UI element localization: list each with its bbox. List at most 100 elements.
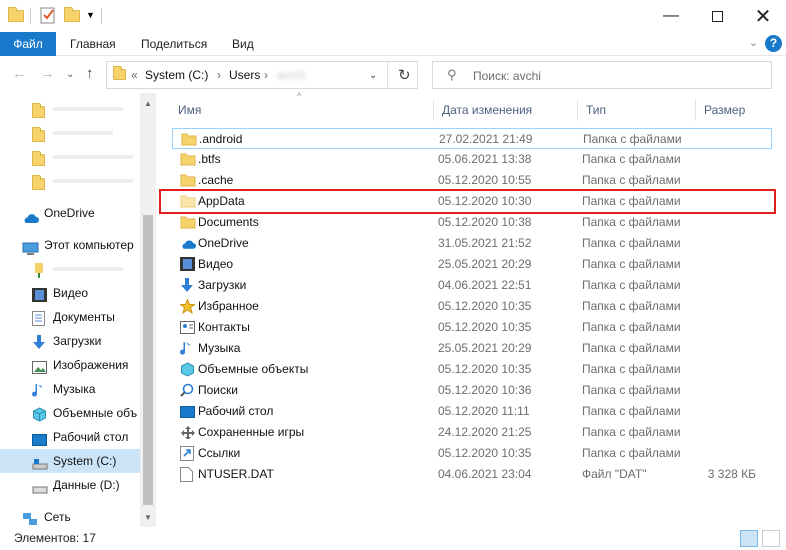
file-date: 05.12.2020 10:36	[438, 383, 532, 397]
file-row[interactable]: Музыка 25.05.2021 20:29 Папка с файлами	[172, 338, 772, 359]
scroll-up-icon[interactable]: ▲	[144, 99, 152, 108]
folder-icon	[32, 126, 47, 142]
address-bar[interactable]: « System (C:) › Users › avchi ⌄ ↻	[106, 61, 418, 89]
sidebar-item-music[interactable]: Музыка	[0, 377, 140, 401]
file-row[interactable]: Поиски 05.12.2020 10:36 Папка с файлами	[172, 380, 772, 401]
file-date: 05.12.2020 10:55	[438, 173, 532, 187]
sidebar-item-onedrive[interactable]: OneDrive	[0, 201, 140, 225]
chevron-down-icon[interactable]: ▼	[86, 10, 106, 30]
pinned-item[interactable]	[0, 169, 140, 193]
file-row[interactable]: .android 27.02.2021 21:49 Папка с файлами	[172, 128, 772, 149]
file-list: ^ Имя Дата изменения Тип Размер .android…	[156, 91, 786, 527]
film-icon	[32, 286, 47, 302]
file-type: Папка с файлами	[582, 404, 681, 418]
cloud-icon	[180, 236, 196, 251]
back-arrow-icon[interactable]: ←	[12, 65, 27, 82]
cube-icon	[180, 362, 196, 377]
separator	[101, 8, 102, 24]
scrollbar-thumb[interactable]	[143, 215, 153, 505]
pinned-item[interactable]	[0, 97, 140, 121]
file-date: 24.12.2020 21:25	[438, 425, 532, 439]
folder-icon	[32, 174, 47, 190]
refresh-icon[interactable]: ↻	[398, 66, 411, 84]
folder-icon	[8, 6, 28, 26]
sidebar-item-blurred[interactable]	[0, 257, 140, 281]
sidebar-item-pictures[interactable]: Изображения	[0, 353, 140, 377]
navigation-bar: ← → ⌄ ↑ « System (C:) › Users › avchi ⌄ …	[0, 57, 786, 93]
help-icon[interactable]: ?	[765, 35, 782, 52]
column-header-name[interactable]: Имя	[170, 99, 434, 121]
scroll-down-icon[interactable]: ▼	[144, 513, 152, 522]
tab-view[interactable]: Вид	[232, 32, 254, 56]
download-arrow-icon	[32, 334, 47, 349]
file-type: Папка с файлами	[582, 173, 681, 187]
column-header-date[interactable]: Дата изменения	[434, 99, 578, 121]
pinned-item[interactable]	[0, 121, 140, 145]
chevron-right-icon[interactable]: ›	[217, 68, 221, 82]
file-row[interactable]: NTUSER.DAT 04.06.2021 23:04 Файл "DAT" 3 32…	[172, 464, 772, 485]
properties-icon[interactable]	[40, 6, 60, 26]
forward-arrow-icon[interactable]: →	[40, 65, 55, 82]
file-type: Папка с файлами	[582, 215, 681, 229]
file-name: Поиски	[198, 383, 238, 397]
file-name: Загрузки	[198, 278, 247, 292]
breadcrumb-users[interactable]: Users	[229, 68, 260, 82]
sidebar-item-desktop[interactable]: Рабочий стол	[0, 425, 140, 449]
large-icons-view-icon[interactable]	[762, 530, 780, 547]
sidebar-item-3d-objects[interactable]: Объемные объ	[0, 401, 140, 425]
sidebar-item-documents[interactable]: Документы	[0, 305, 140, 329]
file-date: 04.06.2021 23:04	[438, 467, 532, 481]
details-view-icon[interactable]	[740, 530, 758, 547]
file-row[interactable]: OneDrive 31.05.2021 21:52 Папка с файлами	[172, 233, 772, 254]
computer-icon	[22, 239, 39, 255]
maximize-button[interactable]	[694, 0, 740, 32]
file-row[interactable]: Рабочий стол 05.12.2020 11:11 Папка с файл…	[172, 401, 772, 422]
recent-chevron-icon[interactable]: ⌄	[66, 69, 74, 80]
tab-share[interactable]: Поделиться	[141, 32, 207, 56]
chevron-right-icon[interactable]: ›	[264, 68, 268, 82]
column-header-size[interactable]: Размер	[696, 99, 772, 121]
sidebar-item-this-pc[interactable]: Этот компьютер	[0, 233, 140, 257]
breadcrumb-user[interactable]: avchi	[277, 68, 305, 82]
column-header-type[interactable]: Тип	[578, 99, 696, 121]
item-count: Элементов: 17	[14, 531, 96, 545]
file-row[interactable]: .btfs 05.06.2021 13:38 Папка с файлами	[172, 149, 772, 170]
desktop-icon	[180, 404, 196, 419]
document-icon	[32, 310, 47, 326]
up-arrow-icon[interactable]: ↑	[86, 65, 94, 82]
sidebar-item-downloads[interactable]: Загрузки	[0, 329, 140, 353]
tab-file[interactable]: Файл	[0, 32, 56, 56]
folder-icon	[113, 66, 126, 83]
pinned-item[interactable]	[0, 145, 140, 169]
file-row[interactable]: Сохраненные игры 24.12.2020 21:25 Папка с …	[172, 422, 772, 443]
new-folder-icon[interactable]	[64, 6, 84, 26]
sidebar-scrollbar[interactable]: ▲ ▼	[140, 93, 156, 527]
file-row[interactable]: Ссылки 05.12.2020 10:35 Папка с файлами	[172, 443, 772, 464]
file-name: Ссылки	[198, 446, 241, 460]
file-row[interactable]: Documents 05.12.2020 10:38 Папка с файлами	[172, 212, 772, 233]
sidebar-item-videos[interactable]: Видео	[0, 281, 140, 305]
file-row[interactable]: Видео 25.05.2021 20:29 Папка с файлами	[172, 254, 772, 275]
breadcrumb-drive[interactable]: System (C:)	[145, 68, 208, 82]
status-bar: Элементов: 17	[0, 527, 786, 550]
sidebar-item-network[interactable]: Сеть	[0, 505, 140, 529]
file-row[interactable]: Загрузки 04.06.2021 22:51 Папка с файлами	[172, 275, 772, 296]
close-button[interactable]: ✕	[740, 0, 786, 32]
file-row[interactable]: Контакты 05.12.2020 10:35 Папка с файлами	[172, 317, 772, 338]
download-icon	[180, 278, 196, 293]
file-row[interactable]: .cache 05.12.2020 10:55 Папка с файлами	[172, 170, 772, 191]
search-box[interactable]: ⚲ Поиск: avchi	[432, 61, 772, 89]
minimize-button[interactable]: —	[648, 0, 694, 32]
file-date: 05.06.2021 13:38	[438, 152, 532, 166]
file-name: Избранное	[198, 299, 259, 313]
file-row[interactable]: Объемные объекты 05.12.2020 10:35 Папка с …	[172, 359, 772, 380]
sidebar-item-data-d[interactable]: Данные (D:)	[0, 473, 140, 497]
tab-home[interactable]: Главная	[70, 32, 116, 56]
file-row[interactable]: Избранное 05.12.2020 10:35 Папка с файлами	[172, 296, 772, 317]
breadcrumb-overflow[interactable]: «	[131, 68, 138, 82]
file-type: Папка с файлами	[582, 299, 681, 313]
separator	[30, 8, 31, 24]
expand-ribbon-icon[interactable]: ⌄	[749, 36, 758, 49]
sidebar-item-system-c[interactable]: System (C:)	[0, 449, 140, 473]
chevron-down-icon[interactable]: ⌄	[369, 70, 377, 81]
